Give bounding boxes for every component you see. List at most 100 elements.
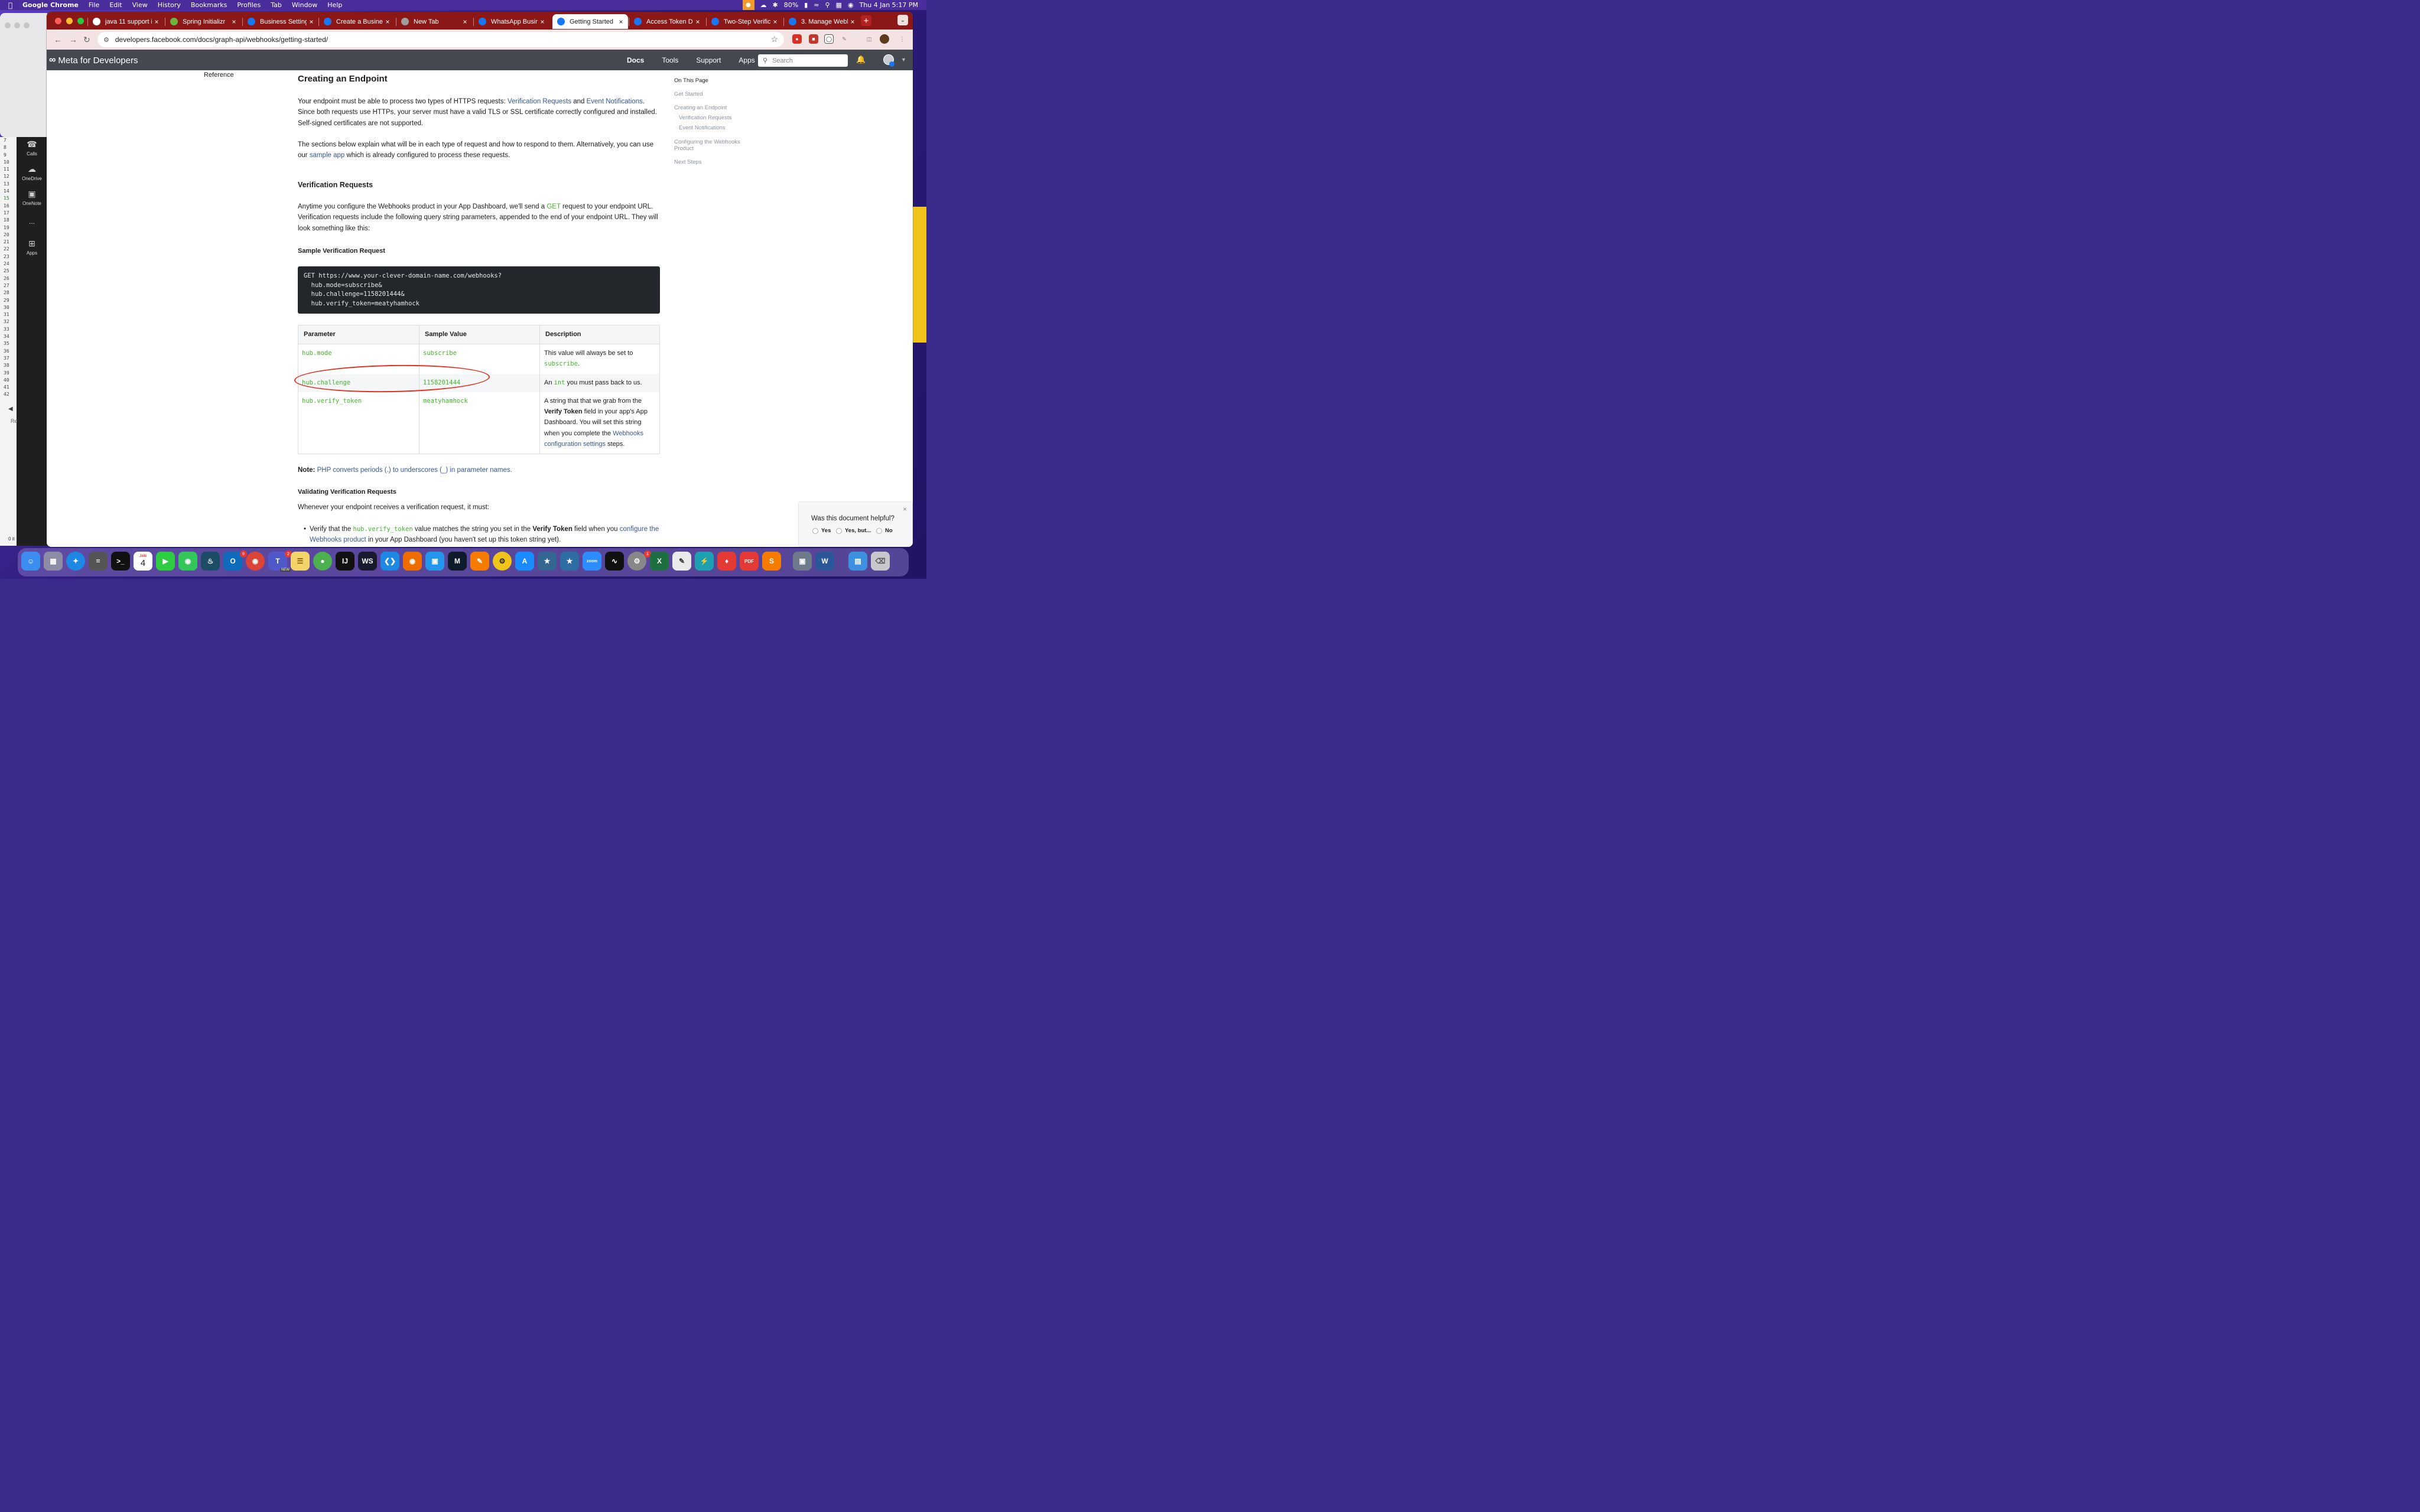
nav-docs[interactable]: Docs [627,56,644,64]
chrome-menu-icon[interactable]: ⋮ [897,34,907,44]
minimize-window-icon[interactable] [66,18,73,24]
launchpad-icon[interactable]: ▦ [44,552,63,571]
link-php-converts[interactable]: PHP converts periods (.) to underscores … [317,467,512,474]
calendar-icon[interactable]: JAN 4 [134,552,152,571]
chrome-icon[interactable]: ◉ [246,552,265,571]
teams-calls[interactable]: ☎ Calls [17,139,47,157]
pgadmin-icon[interactable]: ★ [560,552,579,571]
lightning-app-icon[interactable]: ⚡ [695,552,714,571]
close-icon[interactable]: × [903,505,907,513]
toc-configuring-webhooks-product[interactable]: Product [674,145,694,152]
side-panel-icon[interactable]: ◫ [864,34,874,44]
puzzle-extension-icon[interactable]: ✎ [840,34,849,44]
tab-new-tab[interactable]: New Tab × [396,14,472,29]
bluetooth-icon[interactable]: ✱ [773,1,778,9]
notes-icon[interactable]: ☰ [291,552,310,571]
pencil-app-icon[interactable]: ✎ [470,552,489,571]
close-tab-icon[interactable]: × [307,18,316,26]
battery-percent[interactable]: 80% [784,1,798,9]
terminal-icon[interactable]: >_ [111,552,130,571]
account-caret-icon[interactable]: ▼ [901,57,906,63]
extension-red-icon[interactable]: ● [792,34,802,44]
menu-app-name[interactable]: Google Chrome [22,1,79,9]
menu-history[interactable]: History [158,1,181,9]
collapse-arrow-icon[interactable]: ◀ [8,406,13,412]
control-center-icon[interactable]: ▦ [836,1,842,9]
mysql-workbench-icon[interactable]: ♨ [201,552,220,571]
feedback-no[interactable]: No [876,527,893,534]
new-tab-button[interactable]: + [861,15,871,26]
safari-icon[interactable]: ✦ [66,552,85,571]
site-info-icon[interactable]: ⚙ [103,36,109,44]
toc-creating-endpoint[interactable]: Creating an Endpoint [674,105,727,112]
app-store-icon[interactable]: A [515,552,534,571]
facetime-icon[interactable]: ▶ [156,552,175,571]
intellij-icon[interactable]: IJ [336,552,354,571]
tab-java-11-support-in[interactable]: java 11 support in × [87,14,164,29]
tab-create-a-business[interactable]: Create a Business× [318,14,395,29]
tab-whatsapp-busine[interactable]: WhatsApp Busine × [473,14,549,29]
close-tab-icon[interactable]: × [460,18,470,26]
toc-verification-requests[interactable]: Verification Requests [679,115,731,122]
teams-onenote[interactable]: ▣ OneNote [17,189,47,206]
code-sample-verification[interactable]: GET https://www.your-clever-domain-name.… [298,266,660,314]
menu-edit[interactable]: Edit [109,1,122,9]
tab-getting-started[interactable]: Getting Started × [552,14,628,29]
textedit-icon[interactable]: ✎ [672,552,691,571]
close-tab-icon[interactable]: × [383,18,392,26]
excel-icon[interactable]: X [650,552,669,571]
vim-icon[interactable]: M [448,552,467,571]
nav-support[interactable]: Support [696,56,721,64]
siri-icon[interactable]: ◉ [848,1,854,9]
adblock-extension-icon[interactable]: ■ [809,34,818,44]
toc-get-started[interactable]: Get Started [674,91,703,98]
microphone-icon[interactable]: ● [742,0,754,10]
tab-two-step-verifica[interactable]: Two-Step Verifica × [706,14,782,29]
toc-next-steps[interactable]: Next Steps [674,159,701,166]
close-tab-icon[interactable]: × [538,18,547,26]
postgres-icon[interactable]: ★ [538,552,557,571]
docker-icon[interactable]: ▣ [425,552,444,571]
close-dot-icon[interactable] [5,22,11,28]
close-tab-icon[interactable]: × [770,18,780,26]
postman-icon[interactable]: ◉ [403,552,422,571]
notifications-bell-icon[interactable]: 🔔 [856,55,866,64]
vscode-icon[interactable]: ❮❯ [380,552,399,571]
finder-icon[interactable]: ☺ [21,552,40,571]
close-window-icon[interactable] [55,18,61,24]
tab-search-icon[interactable]: ⌄ [897,15,908,25]
reload-icon[interactable]: ↻ [83,35,90,45]
activity-monitor-icon[interactable]: ∿ [605,552,624,571]
trash-icon[interactable]: ⌫ [871,552,890,571]
link-sample-app[interactable]: sample app [310,152,344,159]
gear-app-icon[interactable]: ⚙ [493,552,512,571]
menu-view[interactable]: View [132,1,148,9]
menu-window[interactable]: Window [292,1,317,9]
menu-tab[interactable]: Tab [271,1,282,9]
link-event-notifications[interactable]: Event Notifications [587,98,643,105]
menu-bookmarks[interactable]: Bookmarks [191,1,227,9]
preview-icon[interactable]: ▣ [793,552,812,571]
close-tab-icon[interactable]: × [229,18,239,26]
feedback-yes[interactable]: Yes [812,527,831,534]
teams-onedrive[interactable]: ☁ OneDrive [17,164,47,181]
word-icon[interactable]: W [815,552,834,571]
nav-tools[interactable]: Tools [662,56,678,64]
pdf-icon[interactable]: PDF [740,552,759,571]
toc-event-notifications[interactable]: Event Notifications [679,125,726,132]
profile-avatar-icon[interactable] [880,34,889,44]
bookmark-star-icon[interactable]: ☆ [770,34,778,44]
close-tab-icon[interactable]: × [152,18,161,26]
minimize-dot-icon[interactable] [14,22,20,28]
sublime-icon[interactable]: S [762,552,781,571]
nav-apps[interactable]: Apps [739,56,754,64]
battery-icon[interactable]: ▮ [804,1,808,9]
meta-logo[interactable]: ∞ Meta for Developers [49,55,138,66]
menu-file[interactable]: File [89,1,99,9]
zoom-window-icon[interactable] [77,18,84,24]
close-tab-icon[interactable]: × [693,18,702,26]
teams-apps[interactable]: ⊞ Apps [17,239,47,256]
extension-circle-icon[interactable]: ◯ [824,34,834,44]
clock[interactable]: Thu 4 Jan 5:17 PM [860,1,918,9]
tab-business-settings[interactable]: Business Settings × [242,14,318,29]
